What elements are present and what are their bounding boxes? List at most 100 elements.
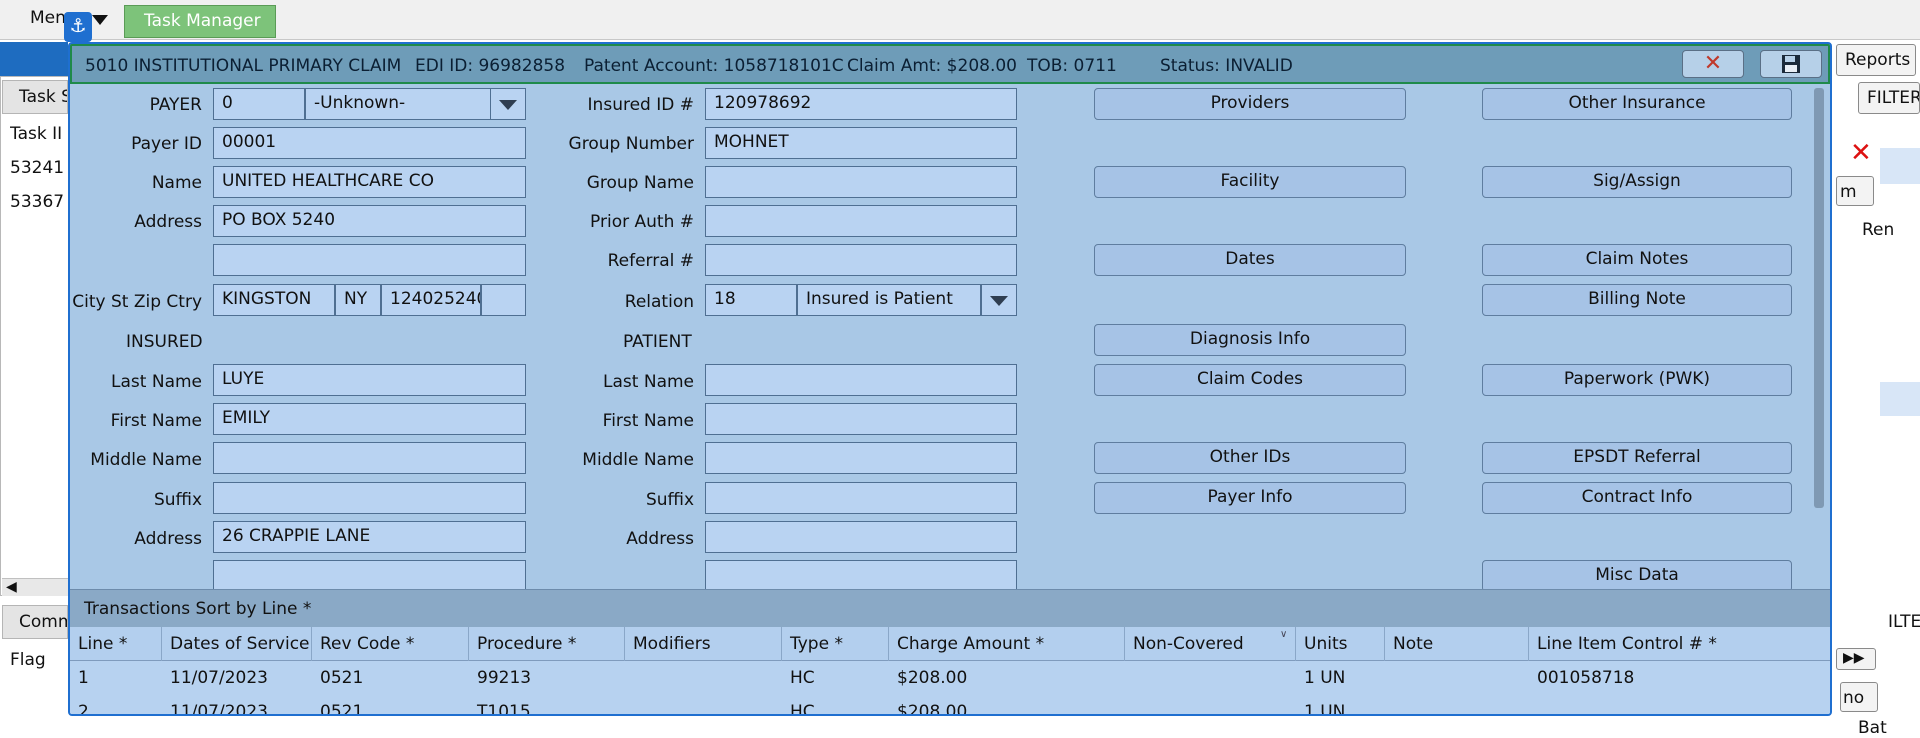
background-task-row[interactable]: 53241 (10, 158, 68, 178)
diagnosis-info-button[interactable]: Diagnosis Info (1094, 324, 1406, 356)
form-scrollbar-thumb[interactable] (1814, 88, 1824, 508)
other-ids-button[interactable]: Other IDs (1094, 442, 1406, 474)
menu-caret-icon[interactable] (92, 15, 108, 25)
relation-select[interactable]: Insured is Patient (797, 284, 981, 316)
insured-address2-field[interactable] (213, 560, 526, 592)
insured-first-name-field[interactable]: EMILY (213, 403, 526, 435)
scroll-left-icon[interactable]: ◀ (2, 578, 68, 596)
table-row[interactable]: 2 11/07/2023 0521 T1015 HC $208.00 1 UN (70, 695, 1830, 716)
col-units[interactable]: Units (1296, 627, 1385, 661)
cell-modifiers (625, 661, 782, 668)
misc-data-button[interactable]: Misc Data (1482, 560, 1792, 592)
insured-suffix-field[interactable] (213, 482, 526, 514)
relation-dropdown-icon[interactable] (981, 284, 1017, 316)
payer-zip-field[interactable]: 124025240 (381, 284, 481, 316)
background-comm-tab[interactable]: Comm (2, 605, 68, 639)
insured-last-name-field[interactable]: LUYE (213, 364, 526, 396)
billing-note-button[interactable]: Billing Note (1482, 284, 1792, 316)
payer-info-button[interactable]: Payer Info (1094, 482, 1406, 514)
cell-date-of-service: 11/07/2023 (170, 702, 268, 716)
col-rev-code[interactable]: Rev Code * (312, 627, 469, 661)
col-line[interactable]: Line * (70, 627, 162, 661)
cell-line: 2 (78, 702, 89, 716)
close-button[interactable]: ✕ (1682, 50, 1744, 78)
tab-task-manager[interactable]: Task Manager (124, 5, 276, 38)
patient-first-name-label: First Name (602, 411, 694, 431)
filter-button[interactable]: FILTER (1858, 82, 1920, 114)
background-bat-label: Bat (1858, 718, 1887, 738)
patient-middle-name-field[interactable] (705, 442, 1017, 474)
payer-id-field[interactable]: 00001 (213, 127, 526, 159)
group-number-field[interactable]: MOHNET (705, 127, 1017, 159)
col-charge-amount[interactable]: Charge Amount * (889, 627, 1125, 661)
group-name-field[interactable] (705, 166, 1017, 198)
cell-date-of-service: 11/07/2023 (170, 668, 268, 688)
cell-procedure: T1015 (477, 702, 531, 716)
patient-address2-field[interactable] (705, 560, 1017, 592)
col-modifiers[interactable]: Modifiers (625, 627, 782, 661)
claim-notes-button[interactable]: Claim Notes (1482, 244, 1792, 276)
providers-button[interactable]: Providers (1094, 88, 1406, 120)
claim-header-bar: 5010 INSTITUTIONAL PRIMARY CLAIM EDI ID:… (70, 44, 1830, 84)
table-row[interactable]: 1 11/07/2023 0521 99213 HC $208.00 1 UN … (70, 661, 1830, 695)
facility-button[interactable]: Facility (1094, 166, 1406, 198)
col-type[interactable]: Type * (782, 627, 889, 661)
background-m-button[interactable]: m (1836, 176, 1874, 206)
insured-suffix-label: Suffix (153, 490, 202, 510)
claim-codes-button[interactable]: Claim Codes (1094, 364, 1406, 396)
delete-icon[interactable]: ✕ (1850, 140, 1872, 168)
background-no-button[interactable]: no (1840, 682, 1878, 712)
payer-address1-field[interactable]: PO BOX 5240 (213, 205, 526, 237)
epsdt-referral-button[interactable]: EPSDT Referral (1482, 442, 1792, 474)
prior-auth-field[interactable] (705, 205, 1017, 237)
col-note[interactable]: Note (1385, 627, 1529, 661)
patient-first-name-field[interactable] (705, 403, 1017, 435)
payer-label: PAYER (149, 95, 202, 115)
payer-address2-field[interactable] (213, 244, 526, 276)
save-button[interactable] (1760, 50, 1822, 78)
background-next-button[interactable]: ▶▶ (1836, 648, 1876, 670)
col-line-item-control[interactable]: Line Item Control # * (1529, 627, 1830, 661)
payer-code-field[interactable]: 0 (213, 88, 305, 120)
col-procedure[interactable]: Procedure * (469, 627, 625, 661)
insured-address1-field[interactable]: 26 CRAPPIE LANE (213, 521, 526, 553)
cell-line-item-control: 001058718 (1537, 668, 1635, 688)
payer-name-label: Name (151, 173, 202, 193)
payer-state-field[interactable]: NY (335, 284, 381, 316)
col-dates-of-service[interactable]: Dates of Service (162, 627, 312, 661)
background-task-row[interactable]: 53367 (10, 192, 68, 212)
cell-type: HC (790, 668, 815, 688)
payer-id-label: Payer ID (131, 134, 202, 154)
payer-select[interactable]: -Unknown- (305, 88, 492, 120)
patient-address1-field[interactable] (705, 521, 1017, 553)
referral-field[interactable] (705, 244, 1017, 276)
patient-last-name-field[interactable] (705, 364, 1017, 396)
paperwork-button[interactable]: Paperwork (PWK) (1482, 364, 1792, 396)
insured-middle-name-field[interactable] (213, 442, 526, 474)
background-task-tab[interactable]: Task S (2, 80, 68, 114)
patient-suffix-field[interactable] (705, 482, 1017, 514)
cell-non-covered (1125, 661, 1296, 668)
relation-code-field[interactable]: 18 (705, 284, 797, 316)
cell-line: 1 (78, 668, 89, 688)
background-flag-header: Flag (10, 650, 46, 670)
contract-info-button[interactable]: Contract Info (1482, 482, 1792, 514)
dates-button[interactable]: Dates (1094, 244, 1406, 276)
city-state-zip-label: City St Zip Ctry (72, 292, 202, 312)
payer-name-field[interactable]: UNITED HEALTHCARE CO (213, 166, 526, 198)
background-filter-label: ILTE (1888, 612, 1920, 632)
anchor-icon[interactable]: ⚓ (64, 12, 92, 42)
col-non-covered[interactable]: Non-Covered (1125, 627, 1296, 661)
payer-city-field[interactable]: KINGSTON (213, 284, 335, 316)
reports-button[interactable]: Reports (1836, 44, 1916, 76)
sort-indicator-icon: ∨ (1280, 629, 1288, 640)
cell-note (1385, 695, 1529, 702)
type-of-bill: TOB: 0711 (1027, 56, 1117, 76)
cell-charge-amount: $208.00 (897, 668, 968, 688)
close-icon: ✕ (1703, 51, 1723, 76)
other-insurance-button[interactable]: Other Insurance (1482, 88, 1792, 120)
cell-rev-code: 0521 (320, 668, 364, 688)
sig-assign-button[interactable]: Sig/Assign (1482, 166, 1792, 198)
insured-id-field[interactable]: 120978692 (705, 88, 1017, 120)
edi-id: EDI ID: 96982858 (415, 56, 566, 76)
